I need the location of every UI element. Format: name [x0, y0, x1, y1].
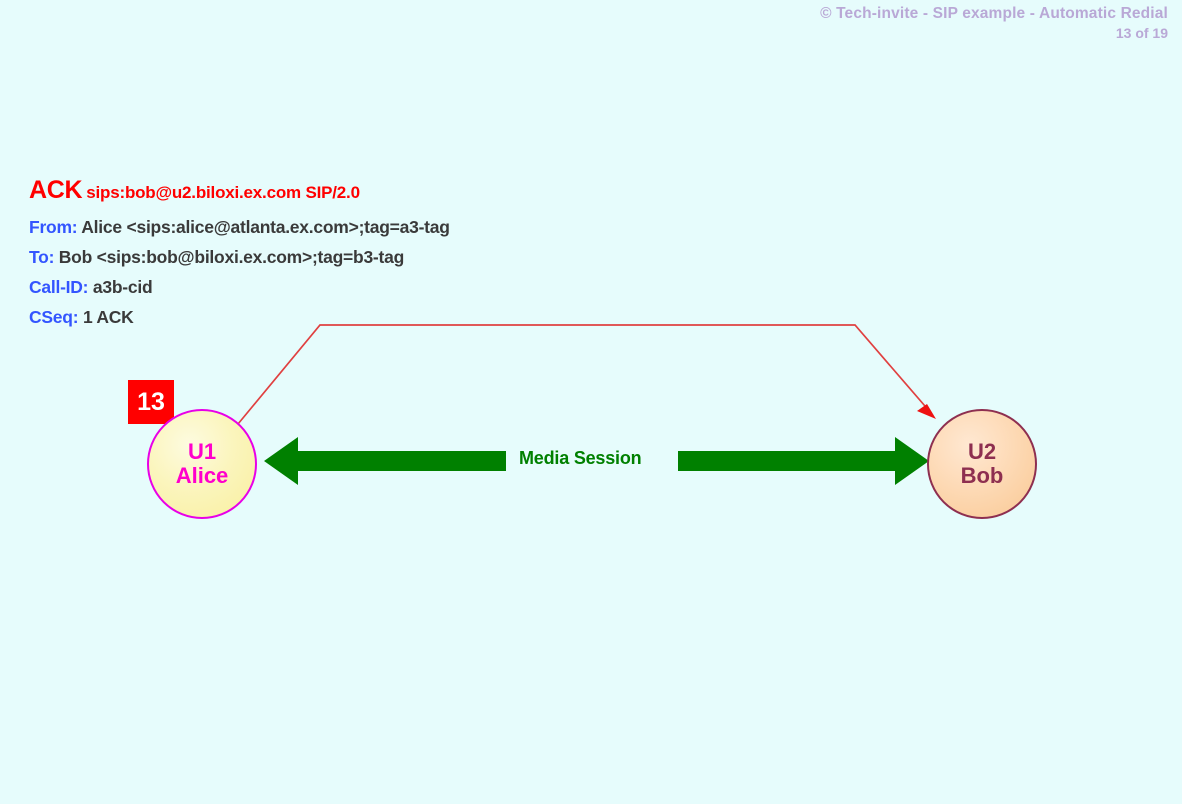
sip-header-to-value: Bob <sips:bob@biloxi.ex.com>;tag=b3-tag: [58, 247, 405, 267]
sip-header-call-id: Call-ID: a3b-cid: [29, 272, 450, 302]
page-counter: 13 of 19: [1115, 25, 1168, 42]
sip-header-call-id-value: a3b-cid: [92, 277, 153, 297]
step-badge: 13: [128, 380, 174, 424]
endpoint-alice-name: Alice: [175, 463, 229, 488]
sip-header-cseq: CSeq: 1 ACK: [29, 302, 450, 332]
sip-message-block: ACK sips:bob@u2.biloxi.ex.com SIP/2.0 Fro…: [29, 178, 450, 332]
endpoint-alice-id: U1: [187, 439, 217, 465]
sip-request-method: ACK: [29, 176, 83, 204]
sip-header-call-id-name: Call-ID:: [29, 277, 89, 297]
sip-header-from-value: Alice <sips:alice@atlanta.ex.com>;tag=a3…: [81, 217, 450, 237]
endpoint-bob-id: U2: [967, 439, 997, 465]
sip-header-to: To: Bob <sips:bob@biloxi.ex.com>;tag=b3-…: [29, 242, 450, 272]
sip-header-from-name: From:: [29, 217, 78, 237]
sip-header-to-name: To:: [29, 247, 55, 267]
endpoint-bob-name: Bob: [960, 463, 1004, 488]
media-session-label: Media Session: [519, 448, 642, 468]
diagram-canvas: © Tech-invite - SIP example - Automatic …: [0, 0, 1182, 804]
endpoint-alice[interactable]: U1 Alice: [147, 409, 257, 519]
signaling-arrow-ack: [237, 324, 932, 425]
media-arrow-left: [264, 437, 506, 485]
signaling-arrowhead: [917, 404, 936, 419]
arrow-layer: [237, 324, 936, 485]
sip-header-cseq-value: 1 ACK: [82, 307, 134, 327]
header: © Tech-invite - SIP example - Automatic …: [820, 4, 1168, 43]
sip-request-line: ACK sips:bob@u2.biloxi.ex.com SIP/2.0: [29, 178, 450, 203]
sip-header-cseq-name: CSeq:: [29, 307, 79, 327]
endpoint-bob[interactable]: U2 Bob: [927, 409, 1037, 519]
header-title: © Tech-invite - SIP example - Automatic …: [820, 5, 1168, 22]
media-arrow-right: [678, 437, 929, 485]
sip-request-uri: sips:bob@u2.biloxi.ex.com SIP/2.0: [86, 183, 360, 202]
sip-header-from: From: Alice <sips:alice@atlanta.ex.com>;…: [29, 212, 450, 242]
